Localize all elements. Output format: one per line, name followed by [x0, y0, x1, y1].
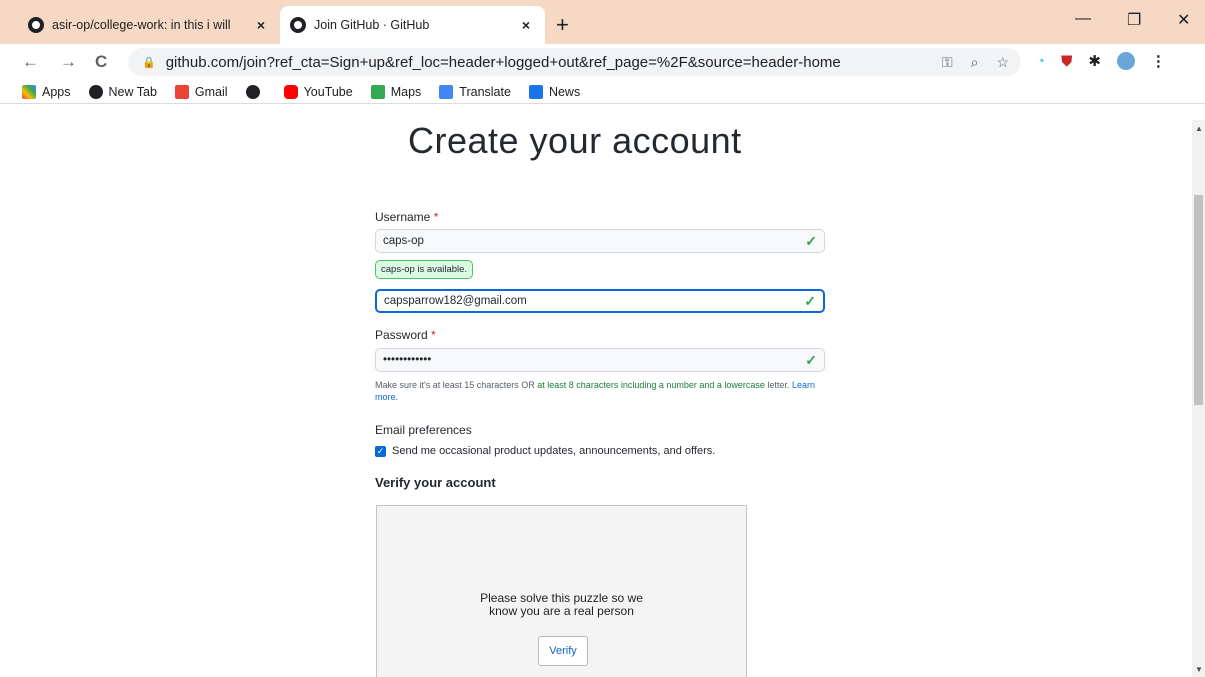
lock-icon: 🔒 — [142, 56, 156, 69]
translate-icon — [439, 84, 454, 99]
news-icon — [528, 84, 543, 99]
bookmarks-bar: Apps New Tab Gmail YouTube Maps Translat… — [0, 80, 1205, 104]
globe-icon — [245, 84, 260, 99]
gmail-icon — [174, 84, 189, 99]
username-input[interactable]: caps-op ✓ — [375, 229, 825, 253]
browser-toolbar: ← → C 🔒 github.com/join?ref_cta=Sign+up&… — [0, 44, 1205, 80]
github-icon — [290, 17, 306, 33]
username-label: Username * — [375, 210, 439, 224]
apps-grid-icon — [22, 84, 36, 99]
avatar[interactable] — [1116, 52, 1135, 70]
scroll-up-icon[interactable]: ▲ — [1195, 124, 1203, 133]
globe-icon — [88, 84, 103, 99]
tab-title: Join GitHub · GitHub — [314, 18, 430, 32]
bookmark-translate[interactable]: Translate — [439, 84, 511, 99]
bookmark-maps[interactable]: Maps — [370, 84, 421, 99]
bookmark-globe[interactable] — [245, 84, 266, 99]
email-input[interactable]: capsparrow182@gmail.com ✓ — [375, 289, 825, 313]
address-bar[interactable]: 🔒 github.com/join?ref_cta=Sign+up&ref_lo… — [128, 48, 1021, 76]
new-tab-button[interactable]: + — [556, 12, 569, 38]
extensions-puzzle-icon[interactable]: ✱ — [1088, 52, 1101, 70]
close-tab-icon[interactable]: × — [517, 17, 535, 33]
extension-speed-icon[interactable]: ◔ — [1036, 53, 1045, 70]
captcha-message: Please solve this puzzle so we know you … — [480, 591, 643, 618]
tab-college-work[interactable]: asir-op/college-work: in this i will × — [18, 6, 280, 44]
password-label: Password * — [375, 328, 436, 342]
bookmark-gmail[interactable]: Gmail — [174, 84, 228, 99]
bookmark-news[interactable]: News — [528, 84, 580, 99]
menu-icon[interactable]: ⋮ — [1151, 52, 1166, 70]
maximize-button[interactable]: ❐ — [1127, 10, 1141, 30]
tab-strip: asir-op/college-work: in this i will × J… — [0, 0, 1205, 44]
email-preferences-checkbox[interactable]: ✓ Send me occasional product updates, an… — [375, 445, 715, 457]
forward-button[interactable]: → — [60, 52, 77, 72]
back-button[interactable]: ← — [22, 52, 39, 72]
bookmark-youtube[interactable]: YouTube — [283, 84, 353, 99]
github-icon — [28, 17, 44, 33]
browser-chrome: asir-op/college-work: in this i will × J… — [0, 0, 1205, 104]
key-icon[interactable]: ⚿ — [942, 54, 953, 71]
star-icon[interactable]: ☆ — [996, 54, 1009, 71]
maps-icon — [370, 84, 385, 99]
check-icon: ✓ — [805, 351, 817, 368]
extension-shield-icon[interactable]: ⛊ — [1061, 53, 1072, 70]
zoom-icon[interactable]: ⌕ — [971, 54, 979, 71]
password-input[interactable]: •••••••••••• ✓ — [375, 348, 825, 372]
scrollbar-thumb[interactable] — [1194, 195, 1203, 405]
page-content: Create your account Username * caps-op ✓… — [0, 120, 1192, 677]
tab-join-github[interactable]: Join GitHub · GitHub × — [280, 6, 545, 44]
url-text: github.com/join?ref_cta=Sign+up&ref_loc=… — [165, 53, 841, 71]
verify-button[interactable]: Verify — [538, 636, 588, 666]
tab-title: asir-op/college-work: in this i will — [52, 18, 231, 32]
close-tab-icon[interactable]: × — [252, 17, 270, 33]
close-window-button[interactable]: ✕ — [1177, 10, 1190, 30]
verify-account-heading: Verify your account — [375, 475, 496, 490]
bookmark-apps[interactable]: Apps — [22, 84, 71, 99]
scroll-down-icon[interactable]: ▼ — [1195, 665, 1203, 674]
email-preferences-label: Email preferences — [375, 423, 472, 437]
minimize-button[interactable]: — — [1075, 10, 1091, 28]
scrollbar[interactable]: ▲ ▼ — [1192, 120, 1205, 677]
bookmark-new-tab[interactable]: New Tab — [88, 84, 157, 99]
username-available-tooltip: caps-op is available. — [375, 260, 474, 279]
checkbox-checked-icon: ✓ — [375, 445, 386, 457]
check-icon: ✓ — [805, 232, 817, 249]
captcha-puzzle: Please solve this puzzle so we know you … — [376, 505, 747, 677]
password-hint: Make sure it's at least 15 characters OR… — [375, 380, 815, 402]
check-icon: ✓ — [804, 292, 816, 309]
youtube-icon — [283, 84, 298, 99]
reload-button[interactable]: C — [95, 52, 107, 72]
page-title: Create your account — [408, 120, 742, 161]
